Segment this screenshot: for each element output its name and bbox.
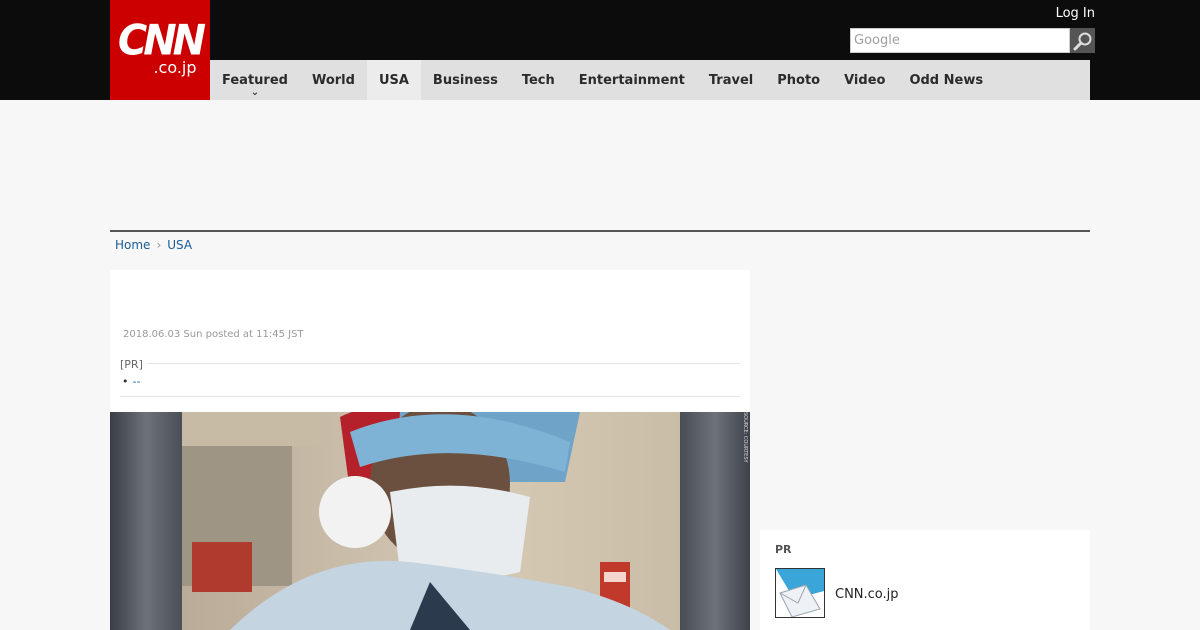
photo-credit: SOURCE: COURTESY — [742, 412, 748, 463]
breadcrumb-current-link[interactable]: USA — [167, 238, 192, 252]
pr-link[interactable]: -- — [133, 375, 141, 388]
sidebar-pr-box: PR CNN.co.jp — [760, 530, 1090, 630]
search-input[interactable] — [850, 28, 1070, 53]
divider — [120, 396, 740, 397]
search-box — [850, 28, 1095, 53]
nav-item-tech[interactable]: Tech — [510, 60, 567, 100]
nav-item-featured[interactable]: Featured ⌄ — [210, 60, 300, 100]
nav-item-entertainment[interactable]: Entertainment — [567, 60, 697, 100]
posted-date: 2018.06.03 Sun posted at 11:45 JST — [123, 329, 304, 340]
nav-item-video[interactable]: Video — [832, 60, 897, 100]
nav-item-label: World — [311, 72, 355, 88]
photo-illustration — [110, 412, 750, 630]
breadcrumb: Home › USA — [115, 238, 192, 252]
nav-item-label: Photo — [777, 72, 821, 88]
section-divider — [110, 230, 1090, 232]
chevron-right-icon: › — [156, 238, 162, 252]
sidebar-pr-title: PR — [775, 543, 792, 556]
nav-item-label: Tech — [521, 72, 555, 88]
main-nav: Featured ⌄ World USA Business Tech Enter… — [210, 60, 1090, 100]
nav-item-odd-news[interactable]: Odd News — [897, 60, 995, 100]
nav-item-photo[interactable]: Photo — [765, 60, 832, 100]
nav-item-label: Business — [432, 72, 498, 88]
nav-item-world[interactable]: World — [300, 60, 367, 100]
nav-item-label: Odd News — [909, 72, 984, 88]
pr-label: [PR] — [120, 358, 147, 371]
cnn-logo[interactable]: CNN .co.jp — [110, 0, 210, 100]
nav-item-usa[interactable]: USA — [366, 60, 421, 100]
pr-item-name[interactable]: CNN.co.jp — [835, 587, 899, 602]
nav-item-label: Travel — [708, 72, 754, 88]
search-icon — [1073, 32, 1091, 50]
logo-main-text: CNN — [117, 16, 206, 66]
nav-item-label: Featured — [222, 72, 288, 88]
nav-item-travel[interactable]: Travel — [697, 60, 765, 100]
pr-list-item: • -- — [122, 375, 140, 388]
article-card: 2018.06.03 Sun posted at 11:45 JST [PR] … — [110, 270, 750, 630]
bullet-icon: • — [122, 375, 129, 388]
search-button[interactable] — [1070, 28, 1095, 53]
top-bar: CNN .co.jp Log In Featured ⌄ World USA B… — [0, 0, 1200, 100]
nav-item-label: Entertainment — [578, 72, 685, 88]
login-link[interactable]: Log In — [1056, 6, 1095, 21]
nav-item-label: Video — [844, 72, 886, 88]
nav-item-label: USA — [378, 72, 409, 88]
mail-icon — [776, 569, 824, 617]
article-photo: SOURCE: COURTESY — [110, 412, 750, 630]
divider — [120, 363, 740, 364]
nav-item-business[interactable]: Business — [421, 60, 510, 100]
chevron-down-icon: ⌄ — [250, 87, 260, 98]
breadcrumb-home-link[interactable]: Home — [115, 238, 150, 252]
pr-item-thumbnail[interactable] — [775, 568, 825, 618]
